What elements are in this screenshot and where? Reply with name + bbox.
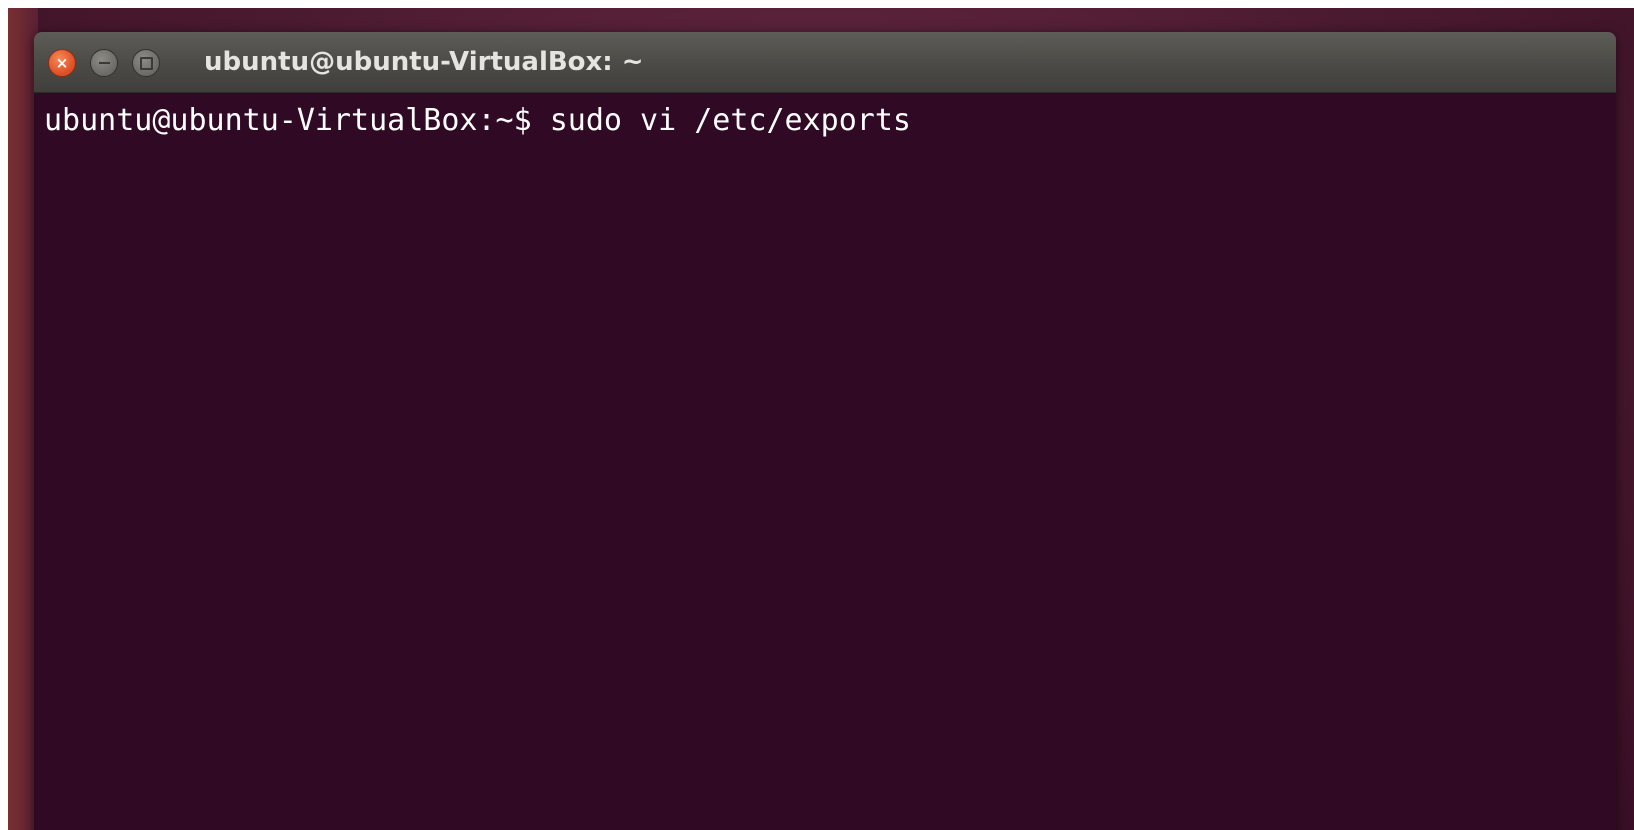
desktop-background: × ubuntu@ubuntu-VirtualBox: ~ ubuntu@ubu… [8, 8, 1634, 830]
window-title: ubuntu@ubuntu-VirtualBox: ~ [204, 47, 644, 77]
terminal-command: sudo vi /etc/exports [549, 103, 911, 138]
maximize-icon [139, 56, 153, 70]
minimize-icon [98, 62, 110, 64]
terminal-window: × ubuntu@ubuntu-VirtualBox: ~ ubuntu@ubu… [34, 32, 1616, 830]
terminal-line: ubuntu@ubuntu-VirtualBox:~$ sudo vi /etc… [44, 103, 911, 139]
minimize-button[interactable] [90, 49, 118, 77]
terminal-area[interactable]: ubuntu@ubuntu-VirtualBox:~$ sudo vi /etc… [34, 93, 1616, 830]
maximize-button[interactable] [132, 49, 160, 77]
screen: × ubuntu@ubuntu-VirtualBox: ~ ubuntu@ubu… [0, 0, 1634, 830]
terminal-prompt: ubuntu@ubuntu-VirtualBox:~$ [44, 103, 550, 138]
close-icon: × [55, 53, 69, 72]
close-button[interactable]: × [48, 49, 76, 77]
title-bar[interactable]: × ubuntu@ubuntu-VirtualBox: ~ [34, 32, 1616, 93]
